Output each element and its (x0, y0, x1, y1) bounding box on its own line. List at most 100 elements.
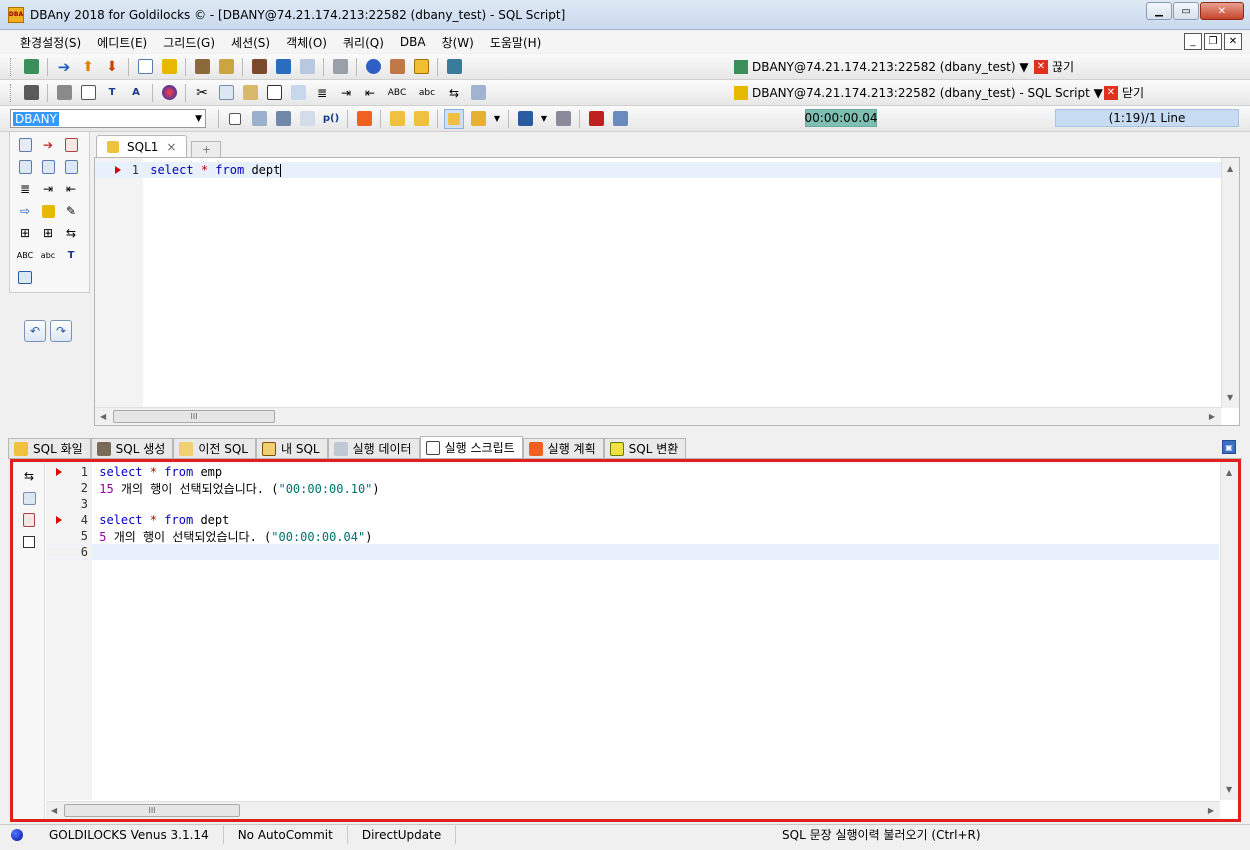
font-t-icon[interactable]: T (62, 246, 80, 264)
download-icon[interactable]: ⬇ (102, 57, 122, 77)
format-icon[interactable]: ⇆ (21, 468, 37, 484)
mdi-restore-button[interactable]: ❐ (1204, 33, 1222, 50)
import-icon[interactable] (586, 109, 606, 129)
menu-grid[interactable]: 그리드(G) (155, 34, 223, 51)
paste-icon[interactable] (240, 83, 260, 103)
lowercase-icon[interactable]: abc (39, 246, 57, 264)
folder-icon[interactable] (411, 109, 431, 129)
delete-doc-icon[interactable] (21, 512, 37, 528)
color-icon[interactable] (159, 83, 179, 103)
zoom-out-icon[interactable] (62, 158, 80, 176)
scroll-up-icon[interactable]: ▲ (1227, 164, 1233, 173)
scroll-right-icon[interactable]: ▶ (1209, 412, 1215, 421)
tab-my-sql[interactable]: 내 SQL (255, 438, 328, 458)
tab-execution-data[interactable]: 실행 데이터 (327, 438, 420, 458)
menu-dba[interactable]: DBA (392, 35, 434, 49)
copy-icon[interactable] (21, 490, 37, 506)
close-script-button[interactable]: ✕ 닫기 (1104, 80, 1144, 106)
menu-window[interactable]: 창(W) (434, 34, 482, 51)
tab-sql-file[interactable]: SQL 화일 (8, 438, 91, 458)
pin-icon[interactable]: ▣ (1222, 440, 1236, 454)
list-icon[interactable] (135, 57, 155, 77)
output-line[interactable]: 1 select * from emp (46, 464, 1172, 480)
scroll-thumb[interactable]: III (113, 410, 275, 423)
chevron-down-icon[interactable]: ▼ (539, 109, 549, 129)
dba-icon[interactable] (411, 57, 431, 77)
arrow-doc-icon[interactable]: ➔ (39, 136, 57, 154)
sql-convert-icon[interactable] (39, 202, 57, 220)
outdent-icon[interactable]: ⇤ (360, 83, 380, 103)
scroll-thumb[interactable]: III (64, 804, 240, 817)
printer-icon[interactable] (553, 109, 573, 129)
scroll-left-icon[interactable]: ◀ (51, 806, 57, 815)
scroll-down-icon[interactable]: ▼ (1227, 393, 1233, 402)
checkbox-icon[interactable] (21, 534, 37, 550)
exit-icon[interactable] (444, 57, 464, 77)
menu-query[interactable]: 쿼리(Q) (335, 34, 392, 51)
scroll-left-icon[interactable]: ◀ (100, 412, 106, 421)
search-icon[interactable] (288, 83, 308, 103)
close-window-button[interactable]: ✕ (1200, 2, 1244, 20)
disconnect-button[interactable]: ✕ 끊기 (1034, 54, 1074, 80)
open-folder-icon[interactable] (468, 109, 488, 129)
uppercase-icon[interactable]: ABC (16, 246, 34, 264)
redo-button[interactable]: ↷ (50, 320, 72, 342)
chevron-down-icon[interactable]: ▼ (492, 109, 502, 129)
align-icon[interactable]: ≣ (312, 83, 332, 103)
cut-icon[interactable]: ✂ (192, 83, 212, 103)
lock-icon[interactable] (216, 57, 236, 77)
script-window-selector[interactable]: DBANY@74.21.174.213:22582 (dbany_test) -… (734, 80, 1103, 106)
code-line[interactable]: 1 select * from dept (95, 162, 1221, 178)
copy-icon[interactable] (216, 83, 236, 103)
output-vertical-scrollbar[interactable]: ▲ ▼ (1220, 462, 1238, 800)
output-line[interactable]: 4 select * from dept (46, 512, 1172, 528)
tools-icon[interactable] (21, 83, 41, 103)
move-icon[interactable]: ⇨ (16, 202, 34, 220)
zoom-doc-icon[interactable] (16, 158, 34, 176)
upload-icon[interactable]: ⬆ (78, 57, 98, 77)
report-icon[interactable] (297, 57, 317, 77)
tab-execution-plan[interactable]: 실행 계획 (522, 438, 604, 458)
execute-icon[interactable] (249, 109, 269, 129)
connect-icon[interactable] (21, 57, 41, 77)
edit-doc-icon[interactable] (16, 136, 34, 154)
print-icon[interactable] (54, 83, 74, 103)
table-icon[interactable] (16, 268, 34, 286)
outdent-icon[interactable]: ⇤ (62, 180, 80, 198)
box-icon[interactable] (387, 57, 407, 77)
edit-pencil-icon[interactable]: ✎ (62, 202, 80, 220)
tab-sql-generate[interactable]: SQL 생성 (90, 438, 174, 458)
script-output-editor[interactable]: 1 select * from emp 2 15 개의 행이 선택되었습니다. … (46, 462, 1238, 819)
find-icon[interactable] (330, 57, 350, 77)
page-icon[interactable] (78, 83, 98, 103)
toolbar-grip[interactable] (10, 57, 13, 76)
arrow-right-icon[interactable]: ➔ (54, 57, 74, 77)
grid-icon[interactable]: ⊞ (16, 224, 34, 242)
bar-chart-icon[interactable] (249, 57, 269, 77)
procedure-icon[interactable]: p() (321, 109, 341, 129)
delete-doc-icon[interactable] (62, 136, 80, 154)
output-line[interactable]: 2 15 개의 행이 선택되었습니다. ("00:00:00.10") (46, 480, 1172, 496)
tab-sql1[interactable]: SQL1 × (96, 135, 188, 157)
add-icon[interactable] (354, 109, 374, 129)
undo-button[interactable]: ↶ (24, 320, 46, 342)
menu-object[interactable]: 객체(O) (278, 34, 335, 51)
format-icon[interactable]: ⇆ (62, 224, 80, 242)
output-horizontal-scrollbar[interactable]: ◀ III ▶ (46, 801, 1220, 819)
tab-execution-script[interactable]: 실행 스크립트 (419, 436, 523, 458)
new-file-icon[interactable] (225, 109, 245, 129)
save-icon[interactable] (515, 109, 535, 129)
monitor-icon[interactable] (273, 57, 293, 77)
connection-selector[interactable]: DBANY@74.21.174.213:22582 (dbany_test) ▼ (734, 54, 1029, 80)
menu-help[interactable]: 도움말(H) (482, 34, 550, 51)
output-line[interactable]: 6 (46, 544, 1219, 560)
indent-icon[interactable]: ⇥ (336, 83, 356, 103)
compare-icon[interactable] (468, 83, 488, 103)
output-toggle-icon[interactable] (444, 108, 464, 129)
tab-previous-sql[interactable]: 이전 SQL (173, 438, 256, 458)
sql-object-icon[interactable] (159, 57, 179, 77)
tab-close-icon[interactable]: × (166, 140, 176, 154)
scroll-up-icon[interactable]: ▲ (1226, 468, 1232, 477)
output-line[interactable]: 5 5 개의 행이 선택되었습니다. ("00:00:00.04") (46, 528, 1172, 544)
menu-settings[interactable]: 환경설정(S) (12, 34, 89, 51)
